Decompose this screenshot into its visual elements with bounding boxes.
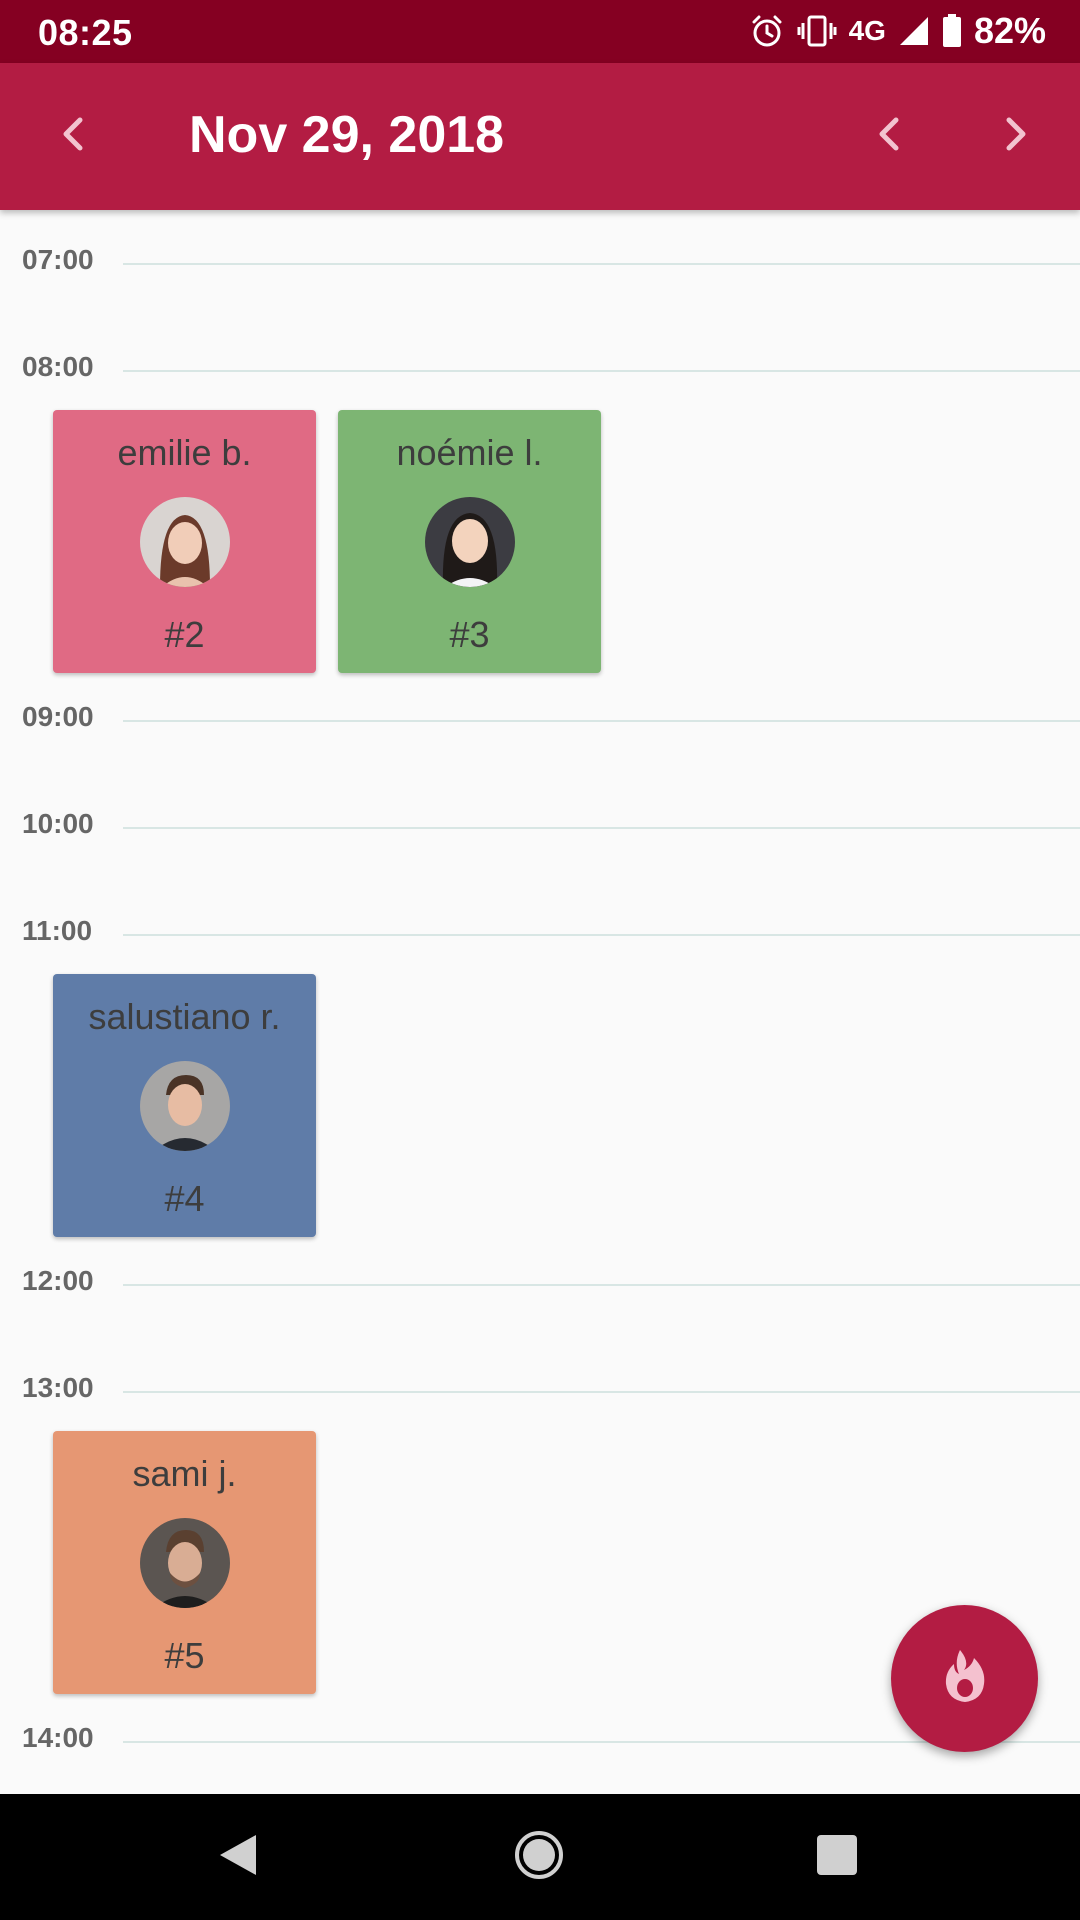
back-button[interactable] bbox=[40, 103, 106, 169]
recents-square-icon bbox=[815, 1833, 859, 1882]
avatar bbox=[425, 497, 515, 587]
hour-divider bbox=[123, 827, 1080, 829]
hour-divider bbox=[123, 720, 1080, 722]
avatar bbox=[140, 1061, 230, 1151]
avatar bbox=[140, 497, 230, 587]
signal-icon bbox=[898, 15, 930, 47]
hour-divider bbox=[123, 1284, 1080, 1286]
chevron-left-icon bbox=[874, 114, 904, 159]
hour-row: 12:00 bbox=[0, 1265, 1080, 1305]
system-back-button[interactable] bbox=[205, 1824, 271, 1890]
hour-row: 08:00 bbox=[0, 351, 1080, 391]
previous-day-button[interactable] bbox=[856, 103, 922, 169]
hour-divider bbox=[123, 934, 1080, 936]
alarm-icon bbox=[749, 13, 785, 49]
appointment-name: sami j. bbox=[132, 1453, 237, 1494]
battery-icon bbox=[942, 14, 962, 48]
system-nav-bar bbox=[0, 1794, 1080, 1920]
appointment-card[interactable]: sami j. #5 bbox=[53, 1431, 316, 1694]
hour-label: 09:00 bbox=[22, 701, 94, 732]
status-icons: 4G 82% bbox=[749, 10, 1046, 52]
network-type: 4G bbox=[848, 15, 886, 46]
status-bar: 08:25 4G 82% bbox=[0, 0, 1080, 63]
back-arrow-icon bbox=[58, 114, 88, 159]
appointment-number: #3 bbox=[449, 614, 490, 655]
hour-divider bbox=[123, 1391, 1080, 1393]
status-time: 08:25 bbox=[38, 12, 133, 53]
flame-icon bbox=[940, 1648, 990, 1709]
next-day-button[interactable] bbox=[983, 103, 1049, 169]
appointment-number: #4 bbox=[164, 1178, 205, 1219]
battery-percent: 82% bbox=[973, 10, 1046, 51]
flame-fab-button[interactable] bbox=[891, 1605, 1038, 1752]
hour-row: 13:00 bbox=[0, 1372, 1080, 1412]
hour-row: 11:00 bbox=[0, 915, 1080, 955]
appointment-card[interactable]: emilie b. #2 bbox=[53, 410, 316, 673]
hour-divider bbox=[123, 263, 1080, 265]
home-circle-icon bbox=[514, 1830, 564, 1885]
page-title-date: Nov 29, 2018 bbox=[189, 106, 505, 164]
appointment-card[interactable]: salustiano r. #4 bbox=[53, 974, 316, 1237]
hour-label: 08:00 bbox=[22, 351, 94, 382]
chevron-right-icon bbox=[1001, 114, 1031, 159]
app-bar: Nov 29, 2018 bbox=[0, 63, 1080, 210]
hour-label: 07:00 bbox=[22, 244, 94, 275]
vibrate-icon bbox=[797, 14, 837, 48]
hour-label: 14:00 bbox=[22, 1722, 94, 1753]
system-recents-button[interactable] bbox=[804, 1824, 870, 1890]
appointment-name: noémie l. bbox=[396, 432, 543, 473]
system-home-button[interactable] bbox=[506, 1824, 572, 1890]
appointment-name: salustiano r. bbox=[88, 996, 281, 1037]
hour-label: 12:00 bbox=[22, 1265, 94, 1296]
appointment-card[interactable]: noémie l. #3 bbox=[338, 410, 601, 673]
hour-divider bbox=[123, 370, 1080, 372]
hour-label: 13:00 bbox=[22, 1372, 94, 1403]
day-timeline[interactable]: 07:00 08:00 09:00 10:00 11:00 12:00 13:0… bbox=[0, 210, 1080, 1794]
hour-label: 11:00 bbox=[22, 915, 93, 946]
back-triangle-icon bbox=[216, 1831, 260, 1884]
appointment-name: emilie b. bbox=[117, 432, 252, 473]
appointment-number: #2 bbox=[164, 614, 205, 655]
avatar bbox=[140, 1518, 230, 1608]
appointment-number: #5 bbox=[164, 1635, 205, 1676]
hour-label: 10:00 bbox=[22, 808, 94, 839]
hour-row: 10:00 bbox=[0, 808, 1080, 848]
hour-row: 09:00 bbox=[0, 701, 1080, 741]
hour-row: 07:00 bbox=[0, 244, 1080, 284]
